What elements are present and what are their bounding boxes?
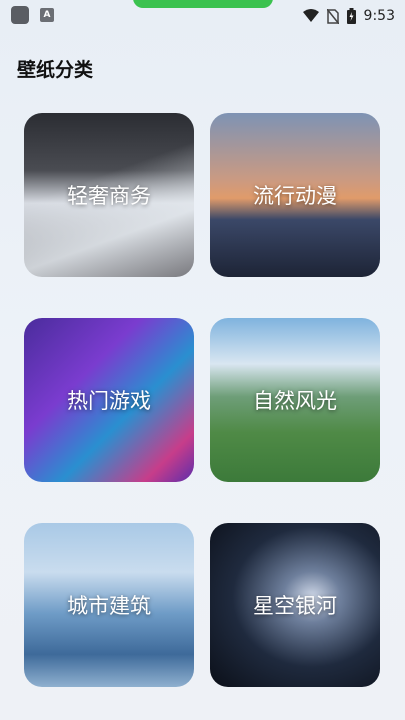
category-grid: 轻奢商务 流行动漫 热门游戏 自然风光 城市建筑 星空银河: [24, 113, 382, 688]
category-card-galaxy[interactable]: 星空银河: [210, 523, 380, 687]
active-call-indicator[interactable]: [133, 0, 273, 8]
category-card-nature[interactable]: 自然风光: [210, 318, 380, 482]
category-label: 城市建筑: [67, 594, 151, 618]
page-title: 壁纸分类: [17, 59, 94, 81]
category-card-business[interactable]: 轻奢商务: [24, 113, 194, 277]
status-bar: A 9:53: [0, 0, 405, 32]
battery-icon: [346, 8, 356, 24]
category-card-city[interactable]: 城市建筑: [24, 523, 194, 687]
category-label: 自然风光: [253, 389, 337, 413]
clock: 9:53: [363, 8, 395, 24]
category-label: 热门游戏: [67, 389, 151, 413]
category-label: 星空银河: [253, 594, 337, 618]
no-sim-icon: [326, 8, 339, 24]
category-label: 轻奢商务: [67, 184, 151, 208]
category-card-anime[interactable]: 流行动漫: [210, 113, 380, 277]
category-label: 流行动漫: [253, 184, 337, 208]
keyboard-icon: A: [40, 8, 54, 22]
category-card-games[interactable]: 热门游戏: [24, 318, 194, 482]
wifi-icon: [302, 9, 319, 22]
app-notification-icon: [11, 6, 29, 24]
